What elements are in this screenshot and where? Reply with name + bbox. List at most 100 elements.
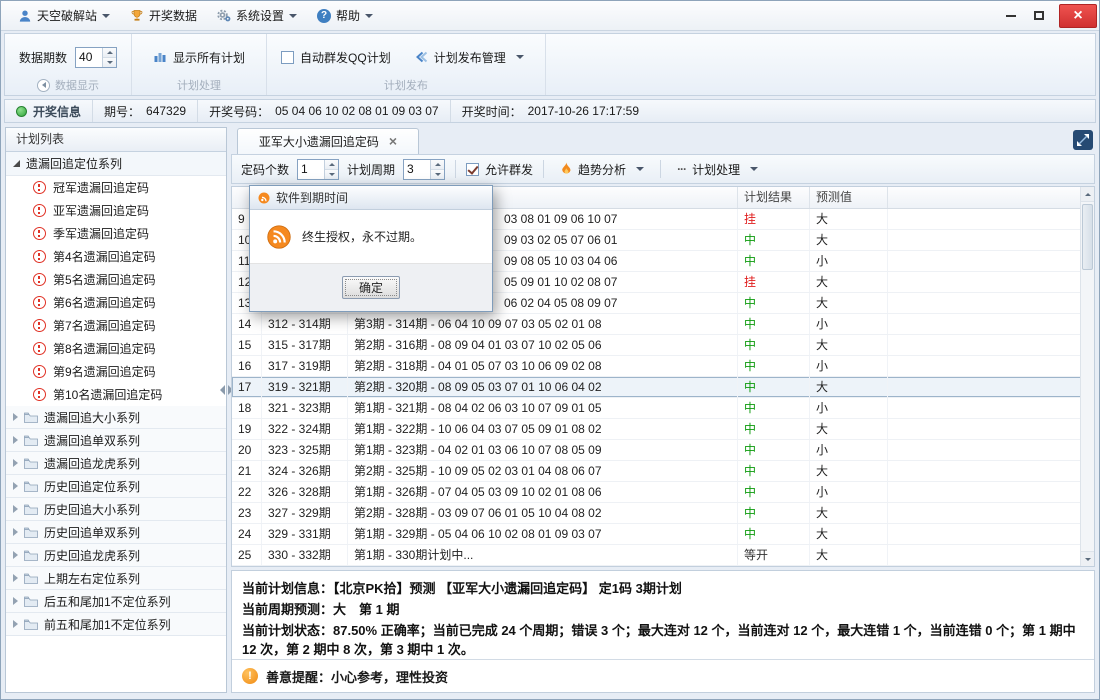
cell-result: 中 [738,524,810,544]
tree-group-item[interactable]: 遗漏回追龙虎系列 [6,452,226,475]
tree-group-item[interactable]: 历史回追龙虎系列 [6,544,226,567]
tree-plan-item[interactable]: 第5名遗漏回追定码 [6,268,226,291]
table-row[interactable]: 19 322 - 324期 第1期 - 322期 - 10 06 04 03 0… [232,419,1094,440]
tree-plan-item[interactable]: 第8名遗漏回追定码 [6,337,226,360]
folder-icon [24,596,38,607]
auto-qq-label: 自动群发QQ计划 [300,49,391,66]
tree-plan-item[interactable]: 第4名遗漏回追定码 [6,245,226,268]
publish-manage-button[interactable]: 计划发布管理 [407,46,531,69]
reminder-text: 善意提醒：小心参考，理性投资 [266,667,448,686]
tree-plan-item[interactable]: 季军遗漏回追定码 [6,222,226,245]
plan-target-icon [33,388,46,401]
tree-plan-item[interactable]: 第6名遗漏回追定码 [6,291,226,314]
arrow-left-icon [42,82,46,88]
auto-qq-checkbox[interactable]: 自动群发QQ计划 [281,49,391,66]
numbers-section: 开奖号码：05 04 06 10 02 08 01 09 03 07 [198,100,451,122]
cell-predict: 小 [810,440,888,460]
ok-button[interactable]: 确定 [342,276,400,299]
cycle-label: 计划周期 [347,161,395,178]
spin-down-button[interactable] [431,169,444,179]
menu-lottery-data[interactable]: 开奖数据 [121,3,206,28]
show-all-plans-button[interactable]: 显示所有计划 [146,46,252,69]
scrollbar-thumb[interactable] [1082,204,1093,270]
tree-group-item[interactable]: 上期左右定位系列 [6,567,226,590]
table-row[interactable]: 18 321 - 323期 第1期 - 321期 - 08 04 02 06 0… [232,398,1094,419]
folder-icon [24,412,38,423]
ribbon-collapse-button[interactable] [37,79,50,92]
code-count-input[interactable] [298,160,324,179]
tree-plan-item[interactable]: 第9名遗漏回追定码 [6,360,226,383]
cell-predict: 大 [810,377,888,397]
tree-group-item[interactable]: 历史回追定位系列 [6,475,226,498]
expand-view-button[interactable] [1073,130,1093,150]
spin-up-button[interactable] [431,160,444,169]
spin-up-button[interactable] [325,160,338,169]
scroll-up-button[interactable] [1081,187,1094,202]
cycle-input[interactable] [404,160,430,179]
cell-result: 中 [738,377,810,397]
close-button[interactable] [1059,4,1097,28]
cell-plan: 第2期 - 320期 - 08 09 05 03 07 01 10 06 04 … [348,377,738,397]
user-icon [18,9,32,23]
tree-group-item[interactable]: 历史回追单双系列 [6,521,226,544]
license-icon [267,225,291,249]
allow-group-send-checkbox[interactable]: 允许群发 [466,161,533,178]
spin-down-button[interactable] [325,169,338,179]
menu-help[interactable]: 帮助 [308,3,382,28]
vertical-scrollbar[interactable] [1080,187,1094,566]
lottery-info-section: 开奖信息 [5,100,93,122]
table-row[interactable]: 20 323 - 325期 第1期 - 323期 - 04 02 01 03 0… [232,440,1094,461]
publish-icon [414,50,428,64]
menu-site[interactable]: 天空破解站 [9,3,119,28]
ribbon-group-plan-process: 显示所有计划 计划处理 [132,34,267,95]
collapsed-node-icon [13,528,18,536]
cell-range: 323 - 325期 [262,440,348,460]
dialog-titlebar[interactable]: 软件到期时间 [250,186,492,210]
table-row[interactable]: 23 327 - 329期 第2期 - 328期 - 03 09 07 06 0… [232,503,1094,524]
checkbox-checked-icon [466,163,479,176]
table-row[interactable]: 16 317 - 319期 第2期 - 318期 - 04 01 05 07 0… [232,356,1094,377]
trend-analysis-button[interactable]: 趋势分析 [554,158,650,181]
cell-range: 315 - 317期 [262,335,348,355]
tree-group-item[interactable]: 后五和尾加1不定位系列 [6,590,226,613]
splitter-collapse-button[interactable] [220,385,225,395]
table-row[interactable]: 25 330 - 332期 第1期 - 330期计划中... 等开 大 [232,545,1094,566]
tree-group-item[interactable]: 遗漏回追单双系列 [6,429,226,452]
plan-process-button[interactable]: 计划处理 [671,158,764,181]
tree-plan-item[interactable]: 亚军遗漏回追定码 [6,199,226,222]
table-row[interactable]: 14 312 - 314期 第3期 - 314期 - 06 04 10 09 0… [232,314,1094,335]
code-count-label: 定码个数 [241,161,289,178]
data-periods-input[interactable] [76,48,102,67]
cell-plan: 第1期 - 326期 - 07 04 05 03 09 10 02 01 08 … [348,482,738,502]
arrow-down-icon [329,173,335,176]
table-row[interactable]: 21 324 - 326期 第2期 - 325期 - 10 09 05 02 0… [232,461,1094,482]
tree-group-expanded[interactable]: 遗漏回追定位系列 [6,152,226,176]
table-row[interactable]: 15 315 - 317期 第2期 - 316期 - 08 09 04 01 0… [232,335,1094,356]
table-row[interactable]: 22 326 - 328期 第1期 - 326期 - 07 04 05 03 0… [232,482,1094,503]
tree-group-item[interactable]: 历史回追大小系列 [6,498,226,521]
spinner-buttons [102,48,116,67]
cell-index: 16 [232,356,262,376]
cell-index: 14 [232,314,262,334]
minimize-button[interactable] [997,4,1025,28]
menu-settings[interactable]: 系统设置 [208,3,306,28]
tree-group-item[interactable]: 前五和尾加1不定位系列 [6,613,226,636]
lottery-info-label: 开奖信息 [33,103,81,120]
tree-plan-label: 冠军遗漏回追定码 [53,179,149,196]
cell-result: 中 [738,398,810,418]
tree-plan-item[interactable]: 冠军遗漏回追定码 [6,176,226,199]
tab-close-icon[interactable] [389,134,397,149]
tree-plan-item[interactable]: 第10名遗漏回追定码 [6,383,226,406]
spin-down-button[interactable] [103,57,116,67]
tree-group-item[interactable]: 遗漏回追大小系列 [6,406,226,429]
tree-children: 冠军遗漏回追定码 亚军遗漏回追定码 季军遗漏回追定码 第4名遗漏回追定码 第5名… [6,176,226,406]
tab-plan[interactable]: 亚军大小遗漏回追定码 [237,128,419,154]
table-row[interactable]: 24 329 - 331期 第1期 - 329期 - 05 04 06 10 0… [232,524,1094,545]
table-row[interactable]: 17 319 - 321期 第2期 - 320期 - 08 09 05 03 0… [232,377,1094,398]
spin-up-button[interactable] [103,48,116,57]
scroll-down-button[interactable] [1081,551,1094,566]
tree-group-label: 后五和尾加1不定位系列 [44,593,171,610]
maximize-button[interactable] [1025,4,1053,28]
arrow-down-icon [435,173,441,176]
tree-plan-item[interactable]: 第7名遗漏回追定码 [6,314,226,337]
